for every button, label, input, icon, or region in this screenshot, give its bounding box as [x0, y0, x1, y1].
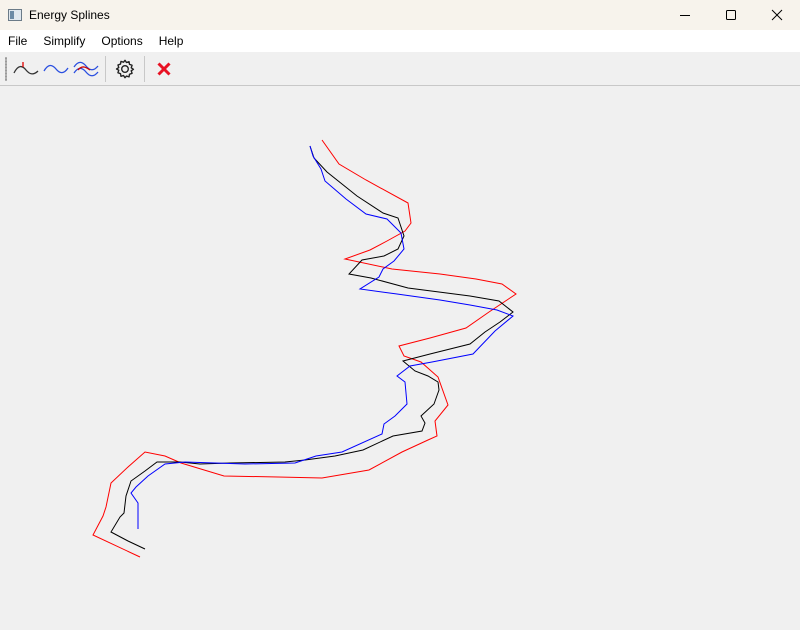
menu-simplify[interactable]: Simplify — [35, 30, 93, 52]
menu-file[interactable]: File — [0, 30, 35, 52]
compare-splines-icon — [73, 61, 99, 76]
blue-spline-icon — [43, 64, 69, 73]
simplified-spline-blue — [130, 145, 514, 529]
menu-help[interactable]: Help — [151, 30, 192, 52]
toolbar-grip[interactable] — [5, 56, 7, 81]
toolbar-separator — [144, 55, 145, 82]
delete-icon — [157, 61, 171, 76]
toolbar — [0, 52, 800, 86]
close-button[interactable] — [754, 0, 800, 30]
energy-point-button[interactable] — [11, 54, 41, 84]
window-title: Energy Splines — [29, 8, 110, 22]
title-bar: Energy Splines — [0, 0, 800, 30]
compare-splines-button[interactable] — [71, 54, 101, 84]
blue-spline-button[interactable] — [41, 54, 71, 84]
maximize-icon — [726, 10, 736, 20]
settings-button[interactable] — [110, 54, 140, 84]
toolbar-separator — [105, 55, 106, 82]
menu-bar: File Simplify Options Help — [0, 30, 800, 52]
original-spline-black — [110, 145, 514, 550]
maximize-button[interactable] — [708, 0, 754, 30]
energy-point-icon — [13, 61, 39, 75]
app-icon — [8, 9, 22, 21]
menu-options[interactable]: Options — [93, 30, 150, 52]
delete-button[interactable] — [149, 54, 179, 84]
minimize-icon — [680, 15, 690, 16]
spline-plot[interactable] — [0, 86, 800, 630]
window-controls — [662, 0, 800, 30]
minimize-button[interactable] — [662, 0, 708, 30]
gear-icon — [115, 59, 135, 78]
close-icon — [771, 9, 783, 21]
drawing-canvas[interactable] — [0, 86, 800, 630]
